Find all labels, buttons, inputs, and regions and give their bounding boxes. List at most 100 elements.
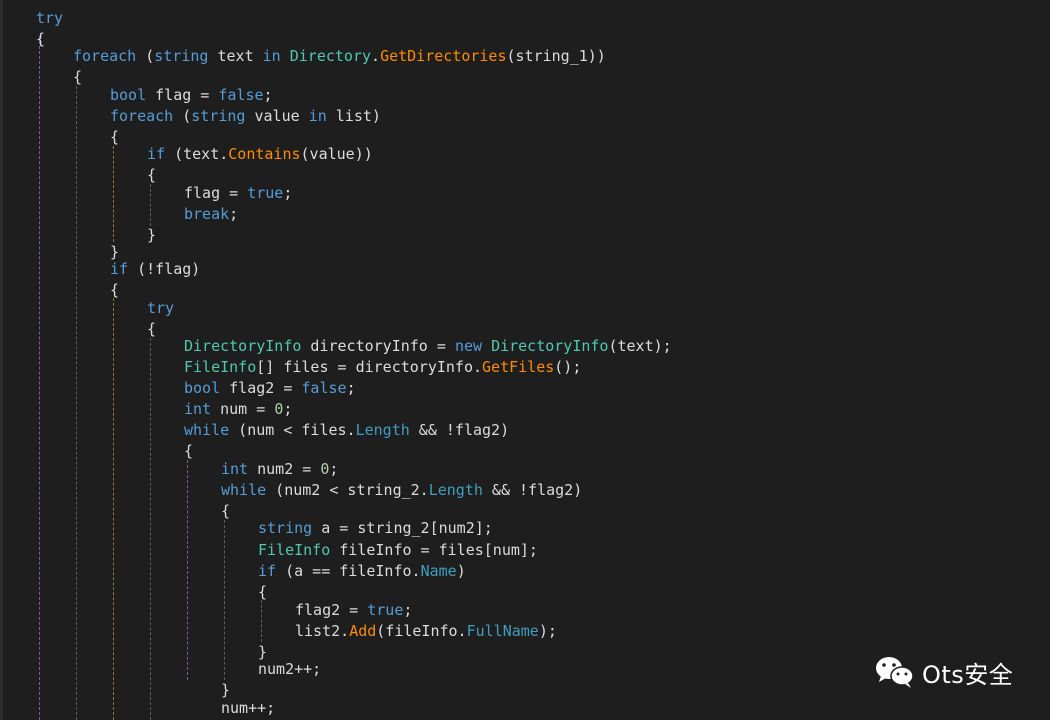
code-token: foreach	[110, 107, 174, 125]
code-token: (text);	[608, 337, 672, 355]
code-token: {	[221, 502, 231, 520]
code-token: Name	[420, 562, 457, 580]
code-line: {	[110, 127, 119, 147]
code-line: }	[147, 225, 156, 245]
code-token: if	[147, 145, 166, 163]
code-line: if (text.Contains(value))	[147, 144, 373, 164]
code-token: (!flag)	[128, 260, 201, 278]
code-token: foreach	[73, 47, 137, 65]
code-token: false	[301, 379, 347, 397]
code-token: Add	[349, 622, 377, 640]
code-line: bool flag2 = false;	[184, 378, 356, 398]
code-token: Length	[428, 481, 483, 499]
wechat-icon	[874, 655, 916, 689]
code-token: Directory	[289, 47, 372, 65]
code-line: {	[147, 165, 156, 185]
code-editor[interactable]: try{foreach (string text in Directory.Ge…	[0, 0, 1050, 720]
code-token: num2 =	[248, 460, 321, 478]
indent-guide	[261, 600, 262, 642]
code-token: list2.	[295, 622, 350, 640]
code-token: FileInfo	[258, 541, 331, 559]
code-token: int	[221, 460, 249, 478]
code-line: if (a == fileInfo.Name)	[258, 561, 466, 581]
indent-guide	[224, 520, 225, 680]
code-line: while (num < files.Length && !flag2)	[184, 420, 509, 440]
code-line: {	[73, 67, 82, 87]
code-token: && !flag2)	[482, 481, 583, 499]
code-token: {	[147, 320, 157, 338]
code-token: );	[538, 622, 557, 640]
indent-guide	[76, 86, 77, 720]
indent-guide	[113, 146, 114, 242]
code-token: GetDirectories	[380, 47, 507, 65]
code-token: (a == fileInfo.	[276, 562, 421, 580]
code-line: {	[184, 441, 193, 461]
code-token: {	[36, 30, 46, 48]
code-token: flag =	[146, 86, 219, 104]
indent-guide	[113, 298, 114, 720]
code-token: (value))	[300, 145, 373, 163]
code-line: DirectoryInfo directoryInfo = new Direct…	[184, 336, 672, 356]
code-token: }	[221, 681, 231, 699]
code-line: {	[258, 582, 267, 602]
code-token: GetFiles	[482, 358, 555, 376]
code-line: list2.Add(fileInfo.FullName);	[295, 621, 557, 641]
code-token: Contains	[228, 145, 301, 163]
code-line: {	[36, 29, 45, 49]
code-line: }	[221, 680, 230, 700]
code-token: DirectoryInfo	[184, 337, 302, 355]
code-token: DirectoryInfo	[491, 337, 609, 355]
code-token: (fileInfo.	[376, 622, 467, 640]
code-token: false	[218, 86, 264, 104]
code-line: FileInfo[] files = directoryInfo.GetFile…	[184, 357, 581, 377]
code-token: [] files = directoryInfo.	[256, 358, 483, 376]
code-token: flag2 =	[295, 601, 368, 619]
code-line: {	[147, 319, 156, 339]
code-line: if (!flag)	[110, 259, 200, 279]
code-line: try	[147, 298, 174, 318]
indent-guide	[150, 184, 151, 226]
code-token: directoryInfo =	[301, 337, 455, 355]
code-line: while (num2 < string_2.Length && !flag2)	[221, 480, 582, 500]
code-token: bool	[184, 379, 221, 397]
indent-guide	[39, 36, 40, 720]
code-token: bool	[110, 86, 147, 104]
code-token: ;	[229, 205, 239, 223]
code-token: fileInfo = files[num];	[330, 541, 538, 559]
code-line: bool flag = false;	[110, 85, 273, 105]
code-token: (num2 < string_2.	[266, 481, 429, 499]
code-token: (string_1))	[506, 47, 606, 65]
code-token: num++;	[221, 699, 276, 717]
code-token: Length	[355, 421, 410, 439]
code-token: && !flag2)	[409, 421, 510, 439]
code-line: foreach (string text in Directory.GetDir…	[73, 46, 606, 66]
code-token: {	[147, 166, 157, 184]
code-token: }	[147, 226, 157, 244]
code-token: (	[173, 107, 192, 125]
code-token: try	[147, 299, 175, 317]
code-line: FileInfo fileInfo = files[num];	[258, 540, 538, 560]
code-token: ;	[283, 400, 293, 418]
code-token: string	[191, 107, 246, 125]
code-token: flag2 =	[220, 379, 302, 397]
code-line: int num2 = 0;	[221, 459, 338, 479]
editor-gutter	[0, 0, 3, 720]
code-line: num++;	[221, 698, 275, 718]
code-token: (	[136, 47, 155, 65]
code-token: 0	[274, 400, 284, 418]
code-token: ();	[554, 358, 582, 376]
code-token: int	[184, 400, 212, 418]
code-token: num =	[211, 400, 275, 418]
code-token: ;	[329, 460, 339, 478]
code-token: if	[258, 562, 277, 580]
code-token: string	[258, 519, 313, 537]
code-token: ;	[283, 184, 293, 202]
code-token: {	[184, 442, 194, 460]
code-token: if	[110, 260, 129, 278]
code-token: {	[73, 68, 83, 86]
code-token: try	[36, 9, 64, 27]
code-token: ;	[263, 86, 273, 104]
code-line: try	[36, 8, 63, 28]
code-token: (num < files.	[229, 421, 356, 439]
